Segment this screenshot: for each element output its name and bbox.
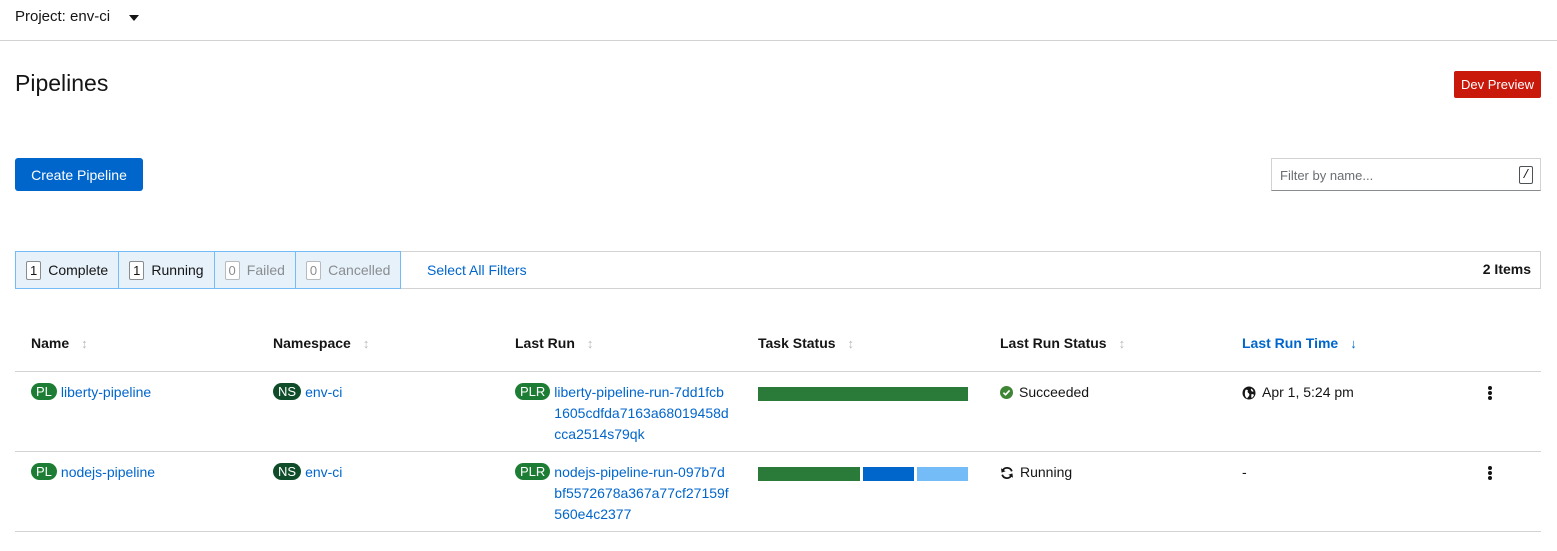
pl-badge: PL bbox=[31, 383, 57, 400]
create-pipeline-button[interactable]: Create Pipeline bbox=[15, 158, 143, 191]
filter-count: 0 bbox=[305, 260, 322, 280]
table-header: Name ↕ Namespace ↕ Last Run ↕ Task Statu… bbox=[15, 334, 1541, 372]
items-count: 2 Items bbox=[1482, 261, 1531, 277]
sort-icon: ↕ bbox=[362, 335, 370, 351]
globe-icon bbox=[1242, 386, 1256, 399]
filter-count: 0 bbox=[224, 260, 240, 280]
run-time-text: Apr 1, 5:24 pm bbox=[1262, 384, 1354, 400]
ns-badge: NS bbox=[273, 463, 302, 480]
project-label: Project: env-ci bbox=[15, 8, 111, 25]
column-header-last-run-time[interactable]: Last Run Time ↓ bbox=[1242, 335, 1357, 351]
filter-failed[interactable]: 0 Failed bbox=[215, 252, 296, 288]
project-bar: Project: env-ci bbox=[0, 0, 1557, 41]
column-label: Name bbox=[31, 335, 70, 351]
sort-icon: ↕ bbox=[847, 335, 855, 351]
project-selector[interactable]: Project: env-ci bbox=[15, 8, 140, 25]
filter-label: Complete bbox=[48, 262, 109, 278]
filter-complete[interactable]: 1 Complete bbox=[16, 252, 120, 288]
page-title: Pipelines bbox=[15, 70, 109, 96]
namespace-link[interactable]: env-ci bbox=[305, 464, 342, 480]
filter-label: Cancelled bbox=[328, 262, 391, 278]
pipeline-link[interactable]: nodejs-pipeline bbox=[61, 464, 155, 480]
column-header-namespace[interactable]: Namespace ↕ bbox=[273, 335, 369, 351]
last-run-cell: PLR liberty-pipeline-run-7dd1fcb1605cdfda… bbox=[515, 382, 729, 445]
column-label: Namespace bbox=[273, 335, 351, 351]
filter-label: Running bbox=[151, 262, 204, 278]
run-time-text: - bbox=[1242, 464, 1247, 480]
sync-icon bbox=[1001, 466, 1013, 479]
sort-icon: ↕ bbox=[81, 335, 88, 351]
table-row: PL liberty-pipeline NS env-ci PLR liberty-p… bbox=[15, 372, 1541, 452]
task-status-segment bbox=[863, 467, 914, 481]
column-header-last-run-status[interactable]: Last Run Status ↕ bbox=[1000, 335, 1125, 351]
filter-by-name-input[interactable] bbox=[1280, 165, 1510, 185]
run-time-cell: Apr 1, 5:24 pm bbox=[1242, 382, 1354, 403]
pipeline-name-cell: PL liberty-pipeline bbox=[31, 382, 151, 403]
task-status-segment bbox=[758, 387, 968, 401]
sort-icon: ↕ bbox=[1118, 335, 1126, 351]
plr-badge: PLR bbox=[515, 463, 551, 480]
filter-count: 1 bbox=[129, 260, 145, 280]
task-status-segment bbox=[917, 467, 968, 481]
kebab-menu-icon[interactable] bbox=[1485, 385, 1495, 401]
column-label: Task Status bbox=[758, 335, 836, 351]
run-status-text: Succeeded bbox=[1019, 384, 1090, 400]
column-header-task-status[interactable]: Task Status ↕ bbox=[758, 335, 854, 351]
column-header-last-run[interactable]: Last Run ↕ bbox=[515, 335, 593, 351]
run-time-cell: - bbox=[1242, 462, 1247, 483]
run-status-cell: Succeeded bbox=[1000, 382, 1089, 403]
ns-badge: NS bbox=[273, 383, 302, 400]
run-status-text: Running bbox=[1020, 464, 1073, 480]
status-filter-bar: 1 Complete 1 Running 0 Failed 0 Cancelle… bbox=[15, 251, 1541, 289]
kebab-menu-icon[interactable] bbox=[1485, 465, 1495, 481]
namespace-link[interactable]: env-ci bbox=[305, 384, 342, 400]
column-label: Last Run bbox=[515, 335, 575, 351]
select-all-filters-link[interactable]: Select All Filters bbox=[427, 262, 527, 278]
pipeline-link[interactable]: liberty-pipeline bbox=[61, 384, 151, 400]
sort-icon: ↕ bbox=[586, 335, 594, 351]
task-status-segment bbox=[758, 467, 860, 481]
filter-running[interactable]: 1 Running bbox=[119, 252, 215, 288]
keyboard-shortcut-slash: / bbox=[1519, 166, 1533, 184]
status-filter-group: 1 Complete 1 Running 0 Failed 0 Cancelle… bbox=[15, 251, 402, 289]
plr-badge: PLR bbox=[515, 383, 551, 400]
namespace-cell: NS env-ci bbox=[273, 382, 342, 403]
sort-desc-icon: ↓ bbox=[1350, 335, 1357, 351]
pipeline-run-link[interactable]: liberty-pipeline-run-7dd1fcb1605cdfda716… bbox=[554, 382, 729, 445]
column-label: Last Run Time bbox=[1242, 335, 1339, 351]
column-label: Last Run Status bbox=[1000, 335, 1107, 351]
last-run-cell: PLR nodejs-pipeline-run-097b7dbf5572678a3… bbox=[515, 462, 729, 525]
pl-badge: PL bbox=[31, 463, 57, 480]
caret-down-icon bbox=[129, 14, 140, 21]
dev-preview-badge: Dev Preview bbox=[1454, 71, 1541, 98]
check-circle-icon bbox=[1000, 386, 1013, 399]
run-status-cell: Running bbox=[1000, 462, 1072, 483]
pipeline-run-link[interactable]: nodejs-pipeline-run-097b7dbf5572678a367a… bbox=[554, 462, 729, 525]
filter-count: 1 bbox=[26, 260, 42, 280]
column-header-name[interactable]: Name ↕ bbox=[31, 335, 88, 351]
table-row: PL nodejs-pipeline NS env-ci PLR nodejs-pip… bbox=[15, 452, 1541, 532]
filter-box: / bbox=[1271, 158, 1541, 191]
pipeline-name-cell: PL nodejs-pipeline bbox=[31, 462, 155, 483]
filter-cancelled[interactable]: 0 Cancelled bbox=[296, 252, 401, 288]
filter-label: Failed bbox=[246, 262, 285, 278]
namespace-cell: NS env-ci bbox=[273, 462, 342, 483]
